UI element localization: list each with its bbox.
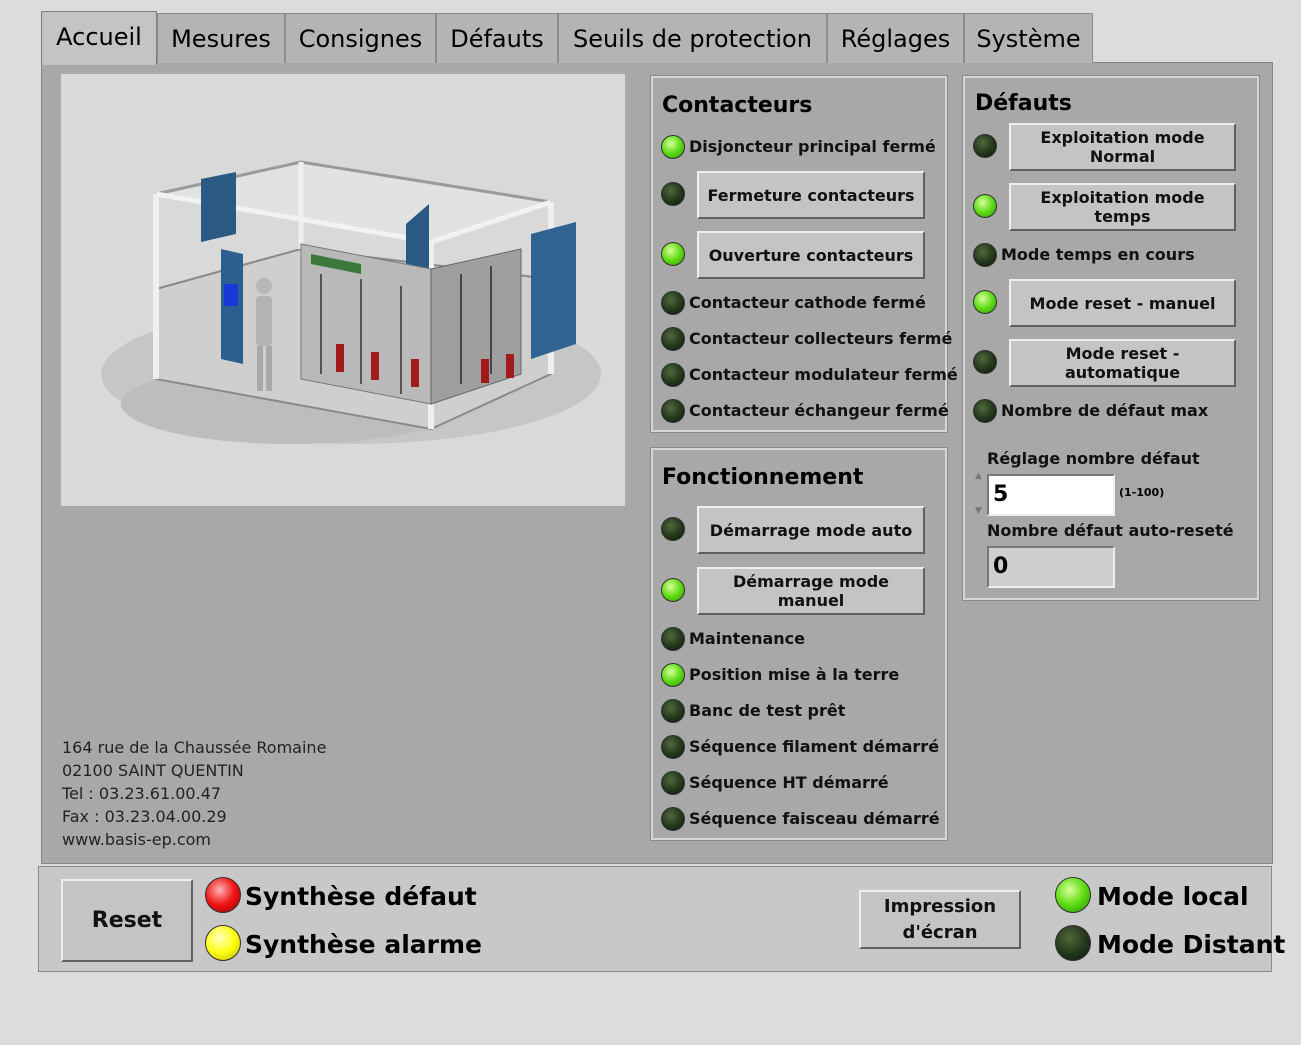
- synthese-alarme-indicator: [205, 925, 241, 961]
- ht-indicator: [661, 771, 685, 795]
- company-address: 164 rue de la Chaussée Romaine 02100 SAI…: [62, 736, 326, 851]
- tab-mesures[interactable]: Mesures: [157, 13, 285, 63]
- reset-auto-indicator: [973, 350, 997, 374]
- mode-auto-indicator: [661, 517, 685, 541]
- ouverture-contacteurs-button[interactable]: Ouverture contacteurs: [697, 231, 925, 279]
- contacteurs-title: Contacteurs: [662, 93, 813, 118]
- synthese-alarme-label: Synthèse alarme: [245, 930, 482, 959]
- synthese-defaut-label: Synthèse défaut: [245, 882, 477, 911]
- mode-reset-manuel-button[interactable]: Mode reset - manuel: [1009, 279, 1236, 327]
- address-city: 02100 SAINT QUENTIN: [62, 761, 244, 780]
- address-fax: Fax : 03.23.04.00.29: [62, 807, 227, 826]
- reset-manuel-indicator: [973, 290, 997, 314]
- echangeur-label: Contacteur échangeur fermé: [689, 401, 949, 420]
- exploitation-mode-normal-button[interactable]: Exploitation mode Normal: [1009, 123, 1236, 171]
- address-phone: Tel : 03.23.61.00.47: [62, 784, 222, 803]
- disjoncteur-label: Disjoncteur principal fermé: [689, 137, 936, 156]
- demarrage-mode-auto-button[interactable]: Démarrage mode auto: [697, 506, 925, 554]
- mode-distant-indicator: [1055, 925, 1091, 961]
- cathode-label: Contacteur cathode fermé: [689, 293, 926, 312]
- banc-label: Banc de test prêt: [689, 701, 846, 720]
- terre-label: Position mise à la terre: [689, 665, 900, 684]
- reglage-nombre-defaut-label: Réglage nombre défaut: [987, 449, 1200, 468]
- defaut-max-label: Nombre de défaut max: [1001, 401, 1209, 420]
- temps-cours-indicator: [973, 243, 997, 267]
- demarrage-mode-manuel-button[interactable]: Démarrage mode manuel: [697, 567, 925, 615]
- auto-reset-value: 0: [987, 546, 1115, 588]
- fonctionnement-title: Fonctionnement: [662, 465, 864, 490]
- banc-indicator: [661, 699, 685, 723]
- synthese-defaut-indicator: [205, 877, 241, 913]
- mode-normal-indicator: [973, 134, 997, 158]
- reset-button[interactable]: Reset: [61, 879, 193, 962]
- tab-consignes[interactable]: Consignes: [285, 13, 436, 63]
- tab-reglages[interactable]: Réglages: [827, 13, 964, 63]
- reglage-range-label: (1-100): [1119, 486, 1165, 499]
- stepper-down-icon[interactable]: ▼: [975, 506, 982, 516]
- mode-reset-automatique-button[interactable]: Mode reset - automatique: [1009, 339, 1236, 387]
- auto-reset-label: Nombre défaut auto-reseté: [987, 521, 1234, 540]
- disjoncteur-indicator: [661, 135, 685, 159]
- impression-line1: Impression: [883, 895, 997, 917]
- mode-local-label: Mode local: [1097, 882, 1249, 911]
- temps-cours-label: Mode temps en cours: [1001, 245, 1195, 264]
- modulateur-label: Contacteur modulateur fermé: [689, 365, 958, 384]
- terre-indicator: [661, 663, 685, 687]
- address-website: www.basis-ep.com: [62, 830, 211, 849]
- mode-manuel-indicator: [661, 578, 685, 602]
- collecteurs-indicator: [661, 327, 685, 351]
- ht-label: Séquence HT démarré: [689, 773, 889, 792]
- mode-temps-indicator: [973, 194, 997, 218]
- ouverture-indicator: [661, 242, 685, 266]
- fermeture-indicator: [661, 182, 685, 206]
- defaut-max-indicator: [973, 399, 997, 423]
- maintenance-indicator: [661, 627, 685, 651]
- filament-label: Séquence filament démarré: [689, 737, 940, 756]
- echangeur-indicator: [661, 399, 685, 423]
- cathode-indicator: [661, 291, 685, 315]
- tab-accueil[interactable]: Accueil: [41, 11, 157, 65]
- tab-systeme[interactable]: Système: [964, 13, 1093, 63]
- address-street: 164 rue de la Chaussée Romaine: [62, 738, 327, 757]
- defauts-title: Défauts: [975, 91, 1072, 116]
- filament-indicator: [661, 735, 685, 759]
- equipment-3d-image: [61, 74, 625, 506]
- mode-local-indicator: [1055, 877, 1091, 913]
- modulateur-indicator: [661, 363, 685, 387]
- stepper-up-icon[interactable]: ▲: [975, 471, 982, 481]
- impression-ecran-button[interactable]: Impression d'écran: [859, 890, 1021, 949]
- faisceau-label: Séquence faisceau démarré: [689, 809, 940, 828]
- faisceau-indicator: [661, 807, 685, 831]
- impression-line2: d'écran: [902, 921, 978, 943]
- fermeture-contacteurs-button[interactable]: Fermeture contacteurs: [697, 171, 925, 219]
- tab-seuils-protection[interactable]: Seuils de protection: [558, 13, 827, 63]
- exploitation-mode-temps-button[interactable]: Exploitation mode temps: [1009, 183, 1236, 231]
- collecteurs-label: Contacteur collecteurs fermé: [689, 329, 953, 348]
- maintenance-label: Maintenance: [689, 629, 806, 648]
- mode-distant-label: Mode Distant: [1097, 930, 1286, 959]
- tab-defauts[interactable]: Défauts: [436, 13, 558, 63]
- reglage-nombre-defaut-input[interactable]: 5: [987, 474, 1115, 516]
